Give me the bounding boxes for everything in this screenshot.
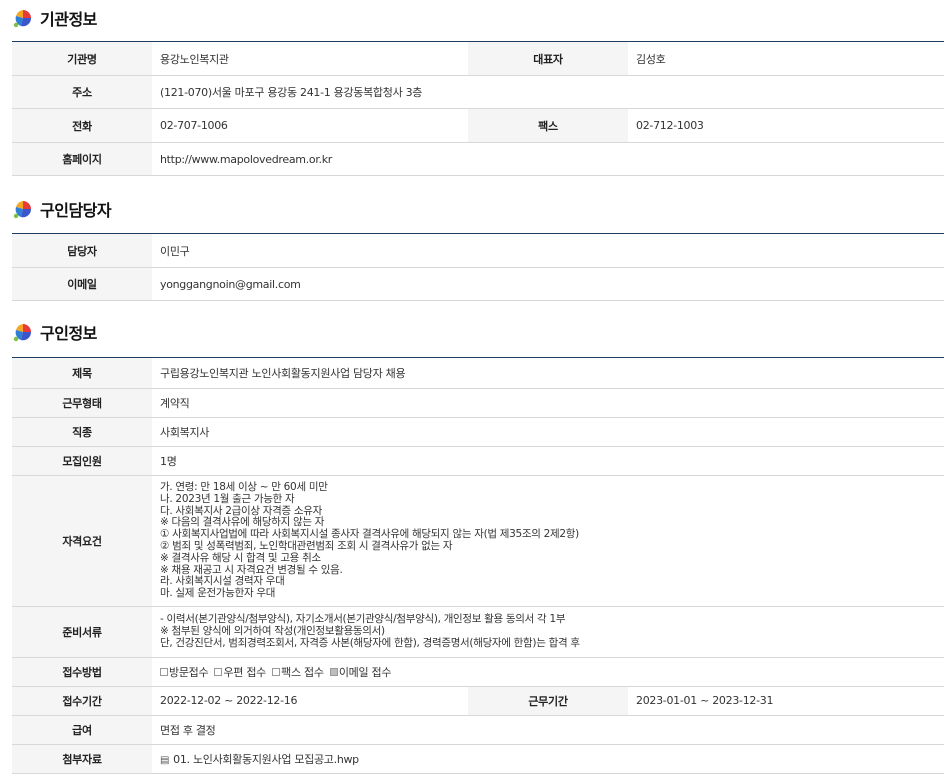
field-label: 기관명 xyxy=(12,41,152,76)
checkbox-checked-icon xyxy=(329,667,338,676)
section-logo-icon xyxy=(13,10,32,28)
table-row: 홈페이지 http://www.mapolovedream.or.kr xyxy=(12,142,944,176)
field-value: 사회복지사 xyxy=(152,417,944,447)
agency-info-table: 기관명 용강노인복지관 대표자 김성호 주소 (121-070)서울 마포구 용… xyxy=(12,41,944,176)
table-row: 근무형태 계약직 xyxy=(12,388,944,418)
table-row: 첨부자료 ▤ 01. 노인사회활동지원사업 모집공고.hwp xyxy=(12,744,944,774)
field-value: 구립용강노인복지관 노인사회활동지원사업 담당자 채용 xyxy=(152,357,944,389)
field-label: 대표자 xyxy=(468,41,628,76)
field-value: 2022-12-02 ~ 2022-12-16 xyxy=(152,686,468,716)
table-row: 기관명 용강노인복지관 대표자 김성호 xyxy=(12,41,944,76)
section-header-agency: 기관정보 xyxy=(12,4,97,32)
table-row: 직종 사회복지사 xyxy=(12,417,944,447)
table-row: 접수방법 방문접수 우편 접수 팩스 접수 이메일 접수 xyxy=(12,657,944,687)
checkbox-icon xyxy=(160,667,168,676)
email-value: yonggangnoin@gmail.com xyxy=(152,267,944,301)
table-row: 급여 면접 후 결정 xyxy=(12,715,944,745)
field-label: 접수기간 xyxy=(12,686,152,716)
field-label: 담당자 xyxy=(12,233,152,268)
section-logo-icon xyxy=(13,324,32,342)
method-fax: 팩스 접수 xyxy=(272,664,324,680)
method-visit: 방문접수 xyxy=(160,664,209,680)
job-info-table: 제목 구립용강노인복지관 노인사회활동지원사업 담당자 채용 근무형태 계약직 … xyxy=(12,357,944,774)
field-value: 계약직 xyxy=(152,388,944,418)
required-docs-text: - 이력서(본기관양식/첨부양식), 자기소개서(본기관양식/첨부양식), 개인… xyxy=(152,606,944,658)
field-value: 용강노인복지관 xyxy=(152,41,468,76)
section-title: 기관정보 xyxy=(40,10,97,29)
section-title: 구인담당자 xyxy=(40,201,112,220)
field-label: 근무형태 xyxy=(12,388,152,418)
checkbox-icon xyxy=(272,667,281,676)
qualifications-text: 가. 연령: 만 18세 이상 ~ 만 60세 미만 나. 2023년 1월 출… xyxy=(152,475,944,607)
field-label: 모집인원 xyxy=(12,446,152,476)
table-row: 제목 구립용강노인복지관 노인사회활동지원사업 담당자 채용 xyxy=(12,357,944,389)
table-row: 주소 (121-070)서울 마포구 용강동 241-1 용강동복합청사 3층 xyxy=(12,75,944,109)
field-value: (121-070)서울 마포구 용강동 241-1 용강동복합청사 3층 xyxy=(152,75,944,109)
field-label: 급여 xyxy=(12,715,152,745)
field-label: 팩스 xyxy=(468,108,628,143)
method-post: 우편 접수 xyxy=(214,664,266,680)
field-label: 직종 xyxy=(12,417,152,447)
field-value: 02-707-1006 xyxy=(152,108,468,143)
table-row: 준비서류 - 이력서(본기관양식/첨부양식), 자기소개서(본기관양식/첨부양식… xyxy=(12,606,944,658)
field-label: 제목 xyxy=(12,357,152,389)
field-label: 주소 xyxy=(12,75,152,109)
contact-info-table: 담당자 이민구 이메일 yonggangnoin@gmail.com xyxy=(12,233,944,301)
table-row: 전화 02-707-1006 팩스 02-712-1003 xyxy=(12,108,944,143)
table-row: 담당자 이민구 xyxy=(12,233,944,268)
table-row: 접수기간 2022-12-02 ~ 2022-12-16 근무기간 2023-0… xyxy=(12,686,944,716)
field-value: 02-712-1003 xyxy=(628,108,944,143)
section-logo-icon xyxy=(13,201,32,219)
field-label: 준비서류 xyxy=(12,606,152,658)
section-header-job: 구인정보 xyxy=(12,318,97,346)
table-row: 모집인원 1명 xyxy=(12,446,944,476)
checkbox-icon xyxy=(214,667,223,676)
field-value: 2023-01-01 ~ 2023-12-31 xyxy=(628,686,944,716)
field-value: 김성호 xyxy=(628,41,944,76)
field-label: 첨부자료 xyxy=(12,744,152,774)
field-label: 홈페이지 xyxy=(12,142,152,176)
field-label: 이메일 xyxy=(12,267,152,301)
section-header-contact: 구인담당자 xyxy=(12,195,112,223)
field-label: 자격요건 xyxy=(12,475,152,607)
method-email: 이메일 접수 xyxy=(329,664,391,680)
field-label: 접수방법 xyxy=(12,657,152,687)
attachment-link[interactable]: ▤ 01. 노인사회활동지원사업 모집공고.hwp xyxy=(152,744,944,774)
table-row: 자격요건 가. 연령: 만 18세 이상 ~ 만 60세 미만 나. 2023년… xyxy=(12,475,944,607)
table-row: 이메일 yonggangnoin@gmail.com xyxy=(12,267,944,301)
field-value: 1명 xyxy=(152,446,944,476)
application-methods: 방문접수 우편 접수 팩스 접수 이메일 접수 xyxy=(152,657,944,687)
attachment-filename[interactable]: 01. 노인사회활동지원사업 모집공고.hwp xyxy=(173,753,359,766)
field-value: 이민구 xyxy=(152,233,944,268)
section-title: 구인정보 xyxy=(40,324,97,343)
field-label: 전화 xyxy=(12,108,152,143)
field-value: 면접 후 결정 xyxy=(152,715,944,745)
field-label: 근무기간 xyxy=(468,686,628,716)
homepage-link[interactable]: http://www.mapolovedream.or.kr xyxy=(152,142,944,176)
